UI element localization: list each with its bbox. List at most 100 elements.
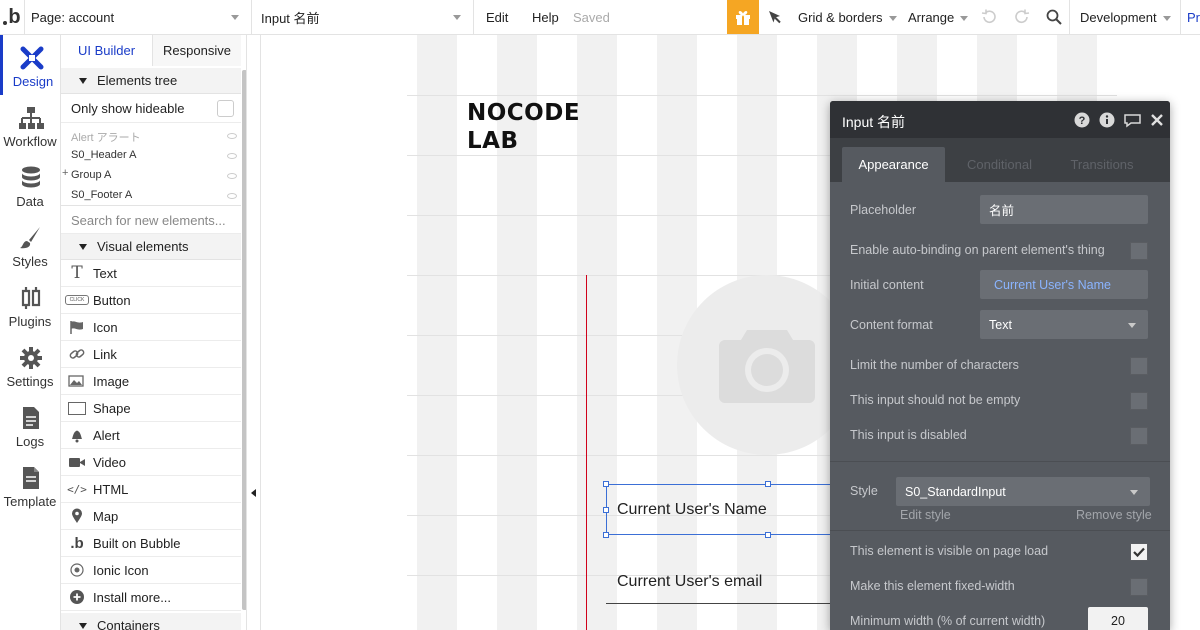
placeholder-field[interactable]: 名前 <box>980 195 1148 224</box>
only-show-hideable-checkbox[interactable] <box>217 100 234 117</box>
plus-circle-icon <box>70 590 84 604</box>
page-selector[interactable]: Page: account <box>31 0 249 34</box>
tab-ui-builder[interactable]: UI Builder <box>61 35 152 66</box>
logs-icon <box>23 407 39 429</box>
element-video[interactable]: Video <box>61 449 241 476</box>
arrange-menu[interactable]: Arrange <box>908 0 969 34</box>
fixed-width-checkbox[interactable] <box>1130 578 1148 596</box>
element-label: Install more... <box>93 590 172 605</box>
eye-icon[interactable] <box>227 153 237 159</box>
element-button[interactable]: CLICK Button <box>61 287 241 314</box>
auto-binding-checkbox[interactable] <box>1130 242 1148 260</box>
visible-on-load-checkbox[interactable] <box>1130 543 1148 561</box>
containers-title: Containers <box>97 618 160 630</box>
initial-content-field[interactable]: Current User's Name <box>980 270 1148 299</box>
name-input-selected[interactable]: Current User's Name <box>606 484 846 535</box>
nav-data[interactable]: Data <box>0 155 60 215</box>
visual-elements-title: Visual elements <box>97 239 189 254</box>
select-tool[interactable] <box>763 0 787 34</box>
content-format-dropdown[interactable]: Text <box>980 310 1148 339</box>
left-nav: Design Workflow Data Styles Plugins Sett… <box>0 35 61 630</box>
style-value: S0_StandardInput <box>905 484 1006 499</box>
nav-settings[interactable]: Settings <box>0 335 60 395</box>
comment-icon[interactable] <box>1123 112 1142 128</box>
environment-label: Development <box>1080 9 1157 25</box>
collapse-panel-strip[interactable] <box>247 35 261 630</box>
grid-borders-menu[interactable]: Grid & borders <box>798 0 897 34</box>
tree-item-header[interactable]: S0_Header A <box>71 149 136 161</box>
divider <box>830 530 1170 531</box>
nav-logs[interactable]: Logs <box>0 395 60 455</box>
element-selector[interactable]: Input 名前 <box>261 0 471 34</box>
info-icon[interactable] <box>1099 112 1115 128</box>
undo-button[interactable] <box>979 0 999 34</box>
remove-style-link[interactable]: Remove style <box>1076 508 1152 522</box>
resize-handle[interactable] <box>603 507 609 513</box>
element-image[interactable]: Image <box>61 368 241 395</box>
tree-item-alert[interactable]: Alert アラート <box>71 129 141 145</box>
resize-handle[interactable] <box>603 481 609 487</box>
property-editor-header[interactable]: Input 名前 ? <box>830 101 1170 138</box>
chevron-down-icon <box>888 15 897 21</box>
element-map[interactable]: Map <box>61 503 241 530</box>
resize-handle[interactable] <box>765 532 771 538</box>
containers-header[interactable]: Containers <box>61 613 241 630</box>
element-text[interactable]: T Text <box>61 260 241 287</box>
tab-responsive[interactable]: Responsive <box>152 35 241 66</box>
bubble-logo[interactable]: b <box>0 0 24 34</box>
element-link[interactable]: Link <box>61 341 241 368</box>
resize-handle[interactable] <box>765 481 771 487</box>
content-format-value: Text <box>989 317 1012 332</box>
search-button[interactable] <box>1044 0 1064 34</box>
edit-menu[interactable]: Edit <box>486 0 508 34</box>
edit-style-link[interactable]: Edit style <box>900 508 951 522</box>
element-built-on-bubble[interactable]: .b Built on Bubble <box>61 530 241 557</box>
resize-handle[interactable] <box>603 532 609 538</box>
help-menu[interactable]: Help <box>532 0 559 34</box>
top-bar: b Page: account Input 名前 Edit Help Saved… <box>0 0 1200 35</box>
element-alert[interactable]: Alert <box>61 422 241 449</box>
initial-content-value: Current User's Name <box>994 277 1111 292</box>
element-ionic-icon[interactable]: Ionic Icon <box>61 557 241 584</box>
nav-template[interactable]: Template <box>0 455 60 515</box>
only-show-hideable-label: Only show hideable <box>71 101 185 116</box>
tab-transitions[interactable]: Transitions <box>1058 147 1146 182</box>
expand-plus-icon[interactable]: + <box>62 167 68 179</box>
element-html[interactable]: </> HTML <box>61 476 241 503</box>
min-width-input[interactable]: 20 <box>1088 607 1148 630</box>
grid-column <box>577 35 617 630</box>
search-elements-input[interactable]: Search for new elements... <box>61 207 241 234</box>
gift-button[interactable] <box>727 0 759 34</box>
visual-elements-header[interactable]: Visual elements <box>61 234 241 260</box>
preview-button[interactable]: Pr <box>1187 0 1200 34</box>
close-icon[interactable] <box>1150 112 1164 128</box>
nav-styles[interactable]: Styles <box>0 215 60 275</box>
nav-workflow[interactable]: Workflow <box>0 95 60 155</box>
element-shape[interactable]: Shape <box>61 395 241 422</box>
tab-appearance[interactable]: Appearance <box>842 147 945 182</box>
email-input[interactable]: Current User's email <box>617 573 762 591</box>
disabled-checkbox[interactable] <box>1130 427 1148 445</box>
nav-plugins[interactable]: Plugins <box>0 275 60 335</box>
brand-logo-text[interactable]: NOCODE LAB <box>467 99 580 155</box>
environment-selector[interactable]: Development <box>1080 0 1171 34</box>
element-label: Icon <box>93 320 118 335</box>
tab-conditional[interactable]: Conditional <box>952 147 1047 182</box>
redo-button[interactable] <box>1012 0 1032 34</box>
element-label: Ionic Icon <box>93 563 149 578</box>
element-install-more[interactable]: Install more... <box>61 584 241 611</box>
not-empty-checkbox[interactable] <box>1130 392 1148 410</box>
divider <box>251 0 252 34</box>
nav-design[interactable]: Design <box>0 35 60 95</box>
tree-item-footer[interactable]: S0_Footer A <box>71 189 132 201</box>
element-icon[interactable]: Icon <box>61 314 241 341</box>
elements-tree-header[interactable]: Elements tree <box>61 68 241 94</box>
eye-icon[interactable] <box>227 133 237 139</box>
eye-icon[interactable] <box>227 193 237 199</box>
limit-chars-checkbox[interactable] <box>1130 357 1148 375</box>
style-dropdown[interactable]: S0_StandardInput <box>896 477 1150 506</box>
tree-item-group[interactable]: Group A <box>71 169 111 181</box>
only-show-hideable-row[interactable]: Only show hideable <box>61 95 241 123</box>
eye-icon[interactable] <box>227 173 237 179</box>
help-icon[interactable]: ? <box>1074 112 1090 128</box>
